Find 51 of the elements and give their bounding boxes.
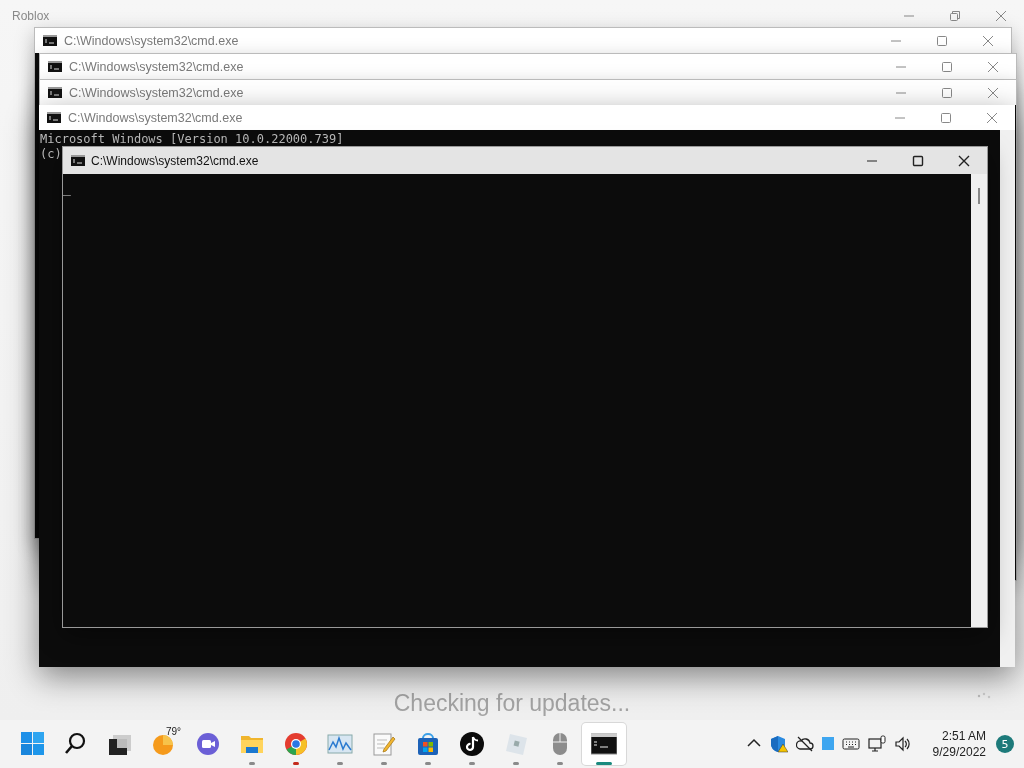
window-title: C:\Windows\system32\cmd.exe: [64, 33, 240, 48]
clock-button[interactable]: 2:51 AM 9/29/2022: [916, 728, 994, 760]
console-icon: [71, 155, 85, 166]
scrollbar[interactable]: [1000, 130, 1015, 667]
close-icon: [986, 111, 998, 124]
window-title: C:\Windows\system32\cmd.exe: [68, 110, 244, 125]
notepad-icon: [372, 732, 396, 756]
console-icon: [48, 87, 62, 98]
music-note-icon: [460, 732, 484, 756]
maximize-icon: [912, 154, 924, 167]
console-icon: [47, 112, 61, 123]
window-title: C:\Windows\system32\cmd.exe: [69, 85, 245, 100]
close-icon: [995, 10, 1007, 22]
browser-icon: [284, 732, 308, 756]
scrollbar-thumb[interactable]: [978, 188, 980, 204]
shield-warning-icon: [769, 735, 788, 753]
maximize-icon: [941, 60, 953, 73]
cloud-off-icon: [795, 735, 814, 753]
video-chat-icon: [196, 732, 220, 756]
windows-logo-icon: [20, 732, 44, 756]
console-text: (c): [40, 147, 62, 162]
close-icon: [987, 86, 999, 99]
chart-window-icon: [327, 732, 353, 756]
taskbar-button[interactable]: [582, 723, 626, 765]
console-text: Microsoft Windows [Version 10.0.22000.739]: [40, 132, 344, 147]
search-icon: [64, 732, 88, 756]
taskbar-button[interactable]: 79°: [142, 723, 186, 765]
text-cursor: _: [63, 181, 71, 196]
volume-icon: [893, 735, 912, 753]
close-icon: [958, 154, 970, 167]
network-icon: [867, 735, 886, 753]
shopping-bag-icon: [416, 732, 440, 756]
console-icon: [591, 732, 617, 756]
notification-badge[interactable]: 5: [996, 735, 1014, 753]
window-title: C:\Windows\system32\cmd.exe: [91, 153, 260, 168]
maximize-icon: [936, 34, 948, 47]
close-icon: [987, 60, 999, 73]
restore-icon: [949, 10, 961, 22]
loading-spinner-icon: [976, 690, 992, 700]
window-title: C:\Windows\system32\cmd.exe: [69, 59, 245, 74]
task-view-icon: [108, 732, 132, 756]
maximize-icon: [941, 86, 953, 99]
scrollbar[interactable]: [971, 174, 987, 627]
keyboard-icon: [841, 735, 860, 753]
window-title: Roblox: [12, 9, 51, 23]
square-icon: [821, 735, 834, 753]
console-icon: [43, 35, 57, 46]
status-text: Checking for updates...: [393, 690, 631, 717]
maximize-icon: [940, 111, 952, 124]
console-icon: [48, 61, 62, 72]
close-icon: [982, 34, 994, 47]
